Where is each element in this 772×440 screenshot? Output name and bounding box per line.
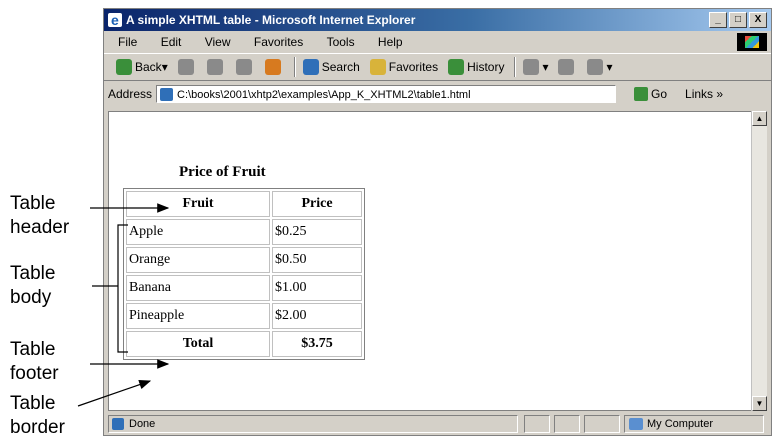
windows-logo-icon — [737, 33, 767, 51]
stop-icon — [206, 59, 223, 75]
table-caption: Price of Fruit — [179, 164, 266, 180]
vertical-scrollbar[interactable]: ▲ ▼ — [751, 111, 767, 411]
menu-favorites[interactable]: Favorites — [254, 35, 303, 49]
edit-icon — [587, 59, 604, 75]
forward-button[interactable] — [177, 59, 197, 75]
links-button[interactable]: Links » — [685, 81, 723, 107]
fruit-cell: Pineapple — [126, 303, 270, 329]
callout-table-header: Table header — [10, 193, 70, 238]
address-input[interactable]: C:\books\2001\xhtp2\examples\App_K_XHTML… — [156, 85, 617, 103]
refresh-icon — [235, 59, 252, 75]
table-row: Apple $0.25 — [126, 219, 362, 245]
status-text-panel: Done — [108, 415, 518, 433]
address-label: Address — [108, 87, 153, 101]
toolbar-separator — [514, 57, 516, 77]
forward-arrow-icon — [177, 59, 194, 75]
home-button[interactable] — [264, 59, 284, 75]
page-content: Price of Fruit Fruit Price Apple $0.25 O… — [108, 111, 751, 411]
edit-button[interactable]: ▾ — [587, 53, 613, 81]
status-panel — [554, 415, 580, 433]
favorites-button[interactable]: Favorites — [369, 53, 438, 81]
ie-icon — [108, 9, 122, 31]
fruit-cell: Apple — [126, 219, 270, 245]
menu-file[interactable]: File — [118, 35, 137, 49]
zone-text: My Computer — [647, 418, 714, 430]
page-icon — [160, 88, 174, 101]
search-button[interactable]: Search — [302, 53, 360, 81]
price-cell: $2.00 — [272, 303, 362, 329]
header-cell-fruit: Fruit — [126, 191, 270, 217]
mail-icon — [523, 59, 540, 75]
menu-bar: File Edit View Favorites Tools Help — [104, 31, 771, 53]
close-button[interactable]: X — [749, 12, 767, 28]
footer-cell-total-label: Total — [126, 331, 270, 357]
maximize-button[interactable]: □ — [729, 12, 747, 28]
search-icon — [302, 59, 319, 75]
price-cell: $0.50 — [272, 247, 362, 273]
address-bar: Address C:\books\2001\xhtp2\examples\App… — [104, 81, 771, 107]
security-zone-panel: My Computer — [624, 415, 764, 433]
table-footer-row: Total $3.75 — [126, 331, 362, 357]
callout-table-body: Table body — [10, 263, 56, 308]
back-arrow-icon — [116, 59, 132, 75]
history-icon — [448, 59, 465, 75]
footer-cell-total-value: $3.75 — [272, 331, 362, 357]
status-text: Done — [129, 418, 156, 430]
refresh-button[interactable] — [235, 59, 255, 75]
header-cell-price: Price — [272, 191, 362, 217]
menu-view[interactable]: View — [205, 35, 231, 49]
mail-button[interactable]: ▾ — [523, 53, 548, 81]
favorites-icon — [369, 59, 386, 75]
toolbar-separator — [293, 57, 295, 77]
fruit-cell: Orange — [126, 247, 270, 273]
window-controls: _ □ X — [709, 12, 767, 28]
go-arrow-icon — [634, 87, 649, 101]
title-bar: A simple XHTML table - Microsoft Interne… — [104, 9, 771, 31]
table-header-row: Fruit Price — [126, 191, 362, 217]
toolbar: Back ▾ Search Favorites History ▾ ▾ — [104, 53, 771, 81]
menu-tools[interactable]: Tools — [327, 35, 355, 49]
status-panel — [584, 415, 620, 433]
callout-table-border: Table border — [10, 393, 65, 438]
print-icon — [558, 59, 575, 75]
fruit-cell: Banana — [126, 275, 270, 301]
fruit-table: Fruit Price Apple $0.25 Orange $0.50 Ban… — [123, 188, 365, 360]
back-button[interactable]: Back ▾ — [116, 53, 168, 81]
table-row: Banana $1.00 — [126, 275, 362, 301]
menu-edit[interactable]: Edit — [161, 35, 182, 49]
go-button[interactable]: Go — [634, 81, 667, 107]
price-cell: $1.00 — [272, 275, 362, 301]
window-title: A simple XHTML table - Microsoft Interne… — [126, 13, 416, 27]
home-icon — [264, 59, 281, 75]
table-row: Pineapple $2.00 — [126, 303, 362, 329]
print-button[interactable] — [558, 59, 577, 75]
address-value: C:\books\2001\xhtp2\examples\App_K_XHTML… — [177, 89, 471, 101]
scroll-down-arrow-icon[interactable]: ▼ — [752, 396, 767, 411]
price-cell: $0.25 — [272, 219, 362, 245]
callout-table-footer: Table footer — [10, 339, 59, 384]
status-panel — [524, 415, 550, 433]
scroll-up-arrow-icon[interactable]: ▲ — [752, 111, 767, 126]
browser-window: A simple XHTML table - Microsoft Interne… — [103, 8, 772, 436]
minimize-button[interactable]: _ — [709, 12, 727, 28]
stop-button[interactable] — [206, 59, 226, 75]
status-bar: Done My Computer — [104, 413, 771, 435]
done-page-icon — [112, 418, 124, 430]
table-row: Orange $0.50 — [126, 247, 362, 273]
menu-help[interactable]: Help — [378, 35, 403, 49]
history-button[interactable]: History — [448, 53, 504, 81]
computer-icon — [629, 418, 643, 430]
